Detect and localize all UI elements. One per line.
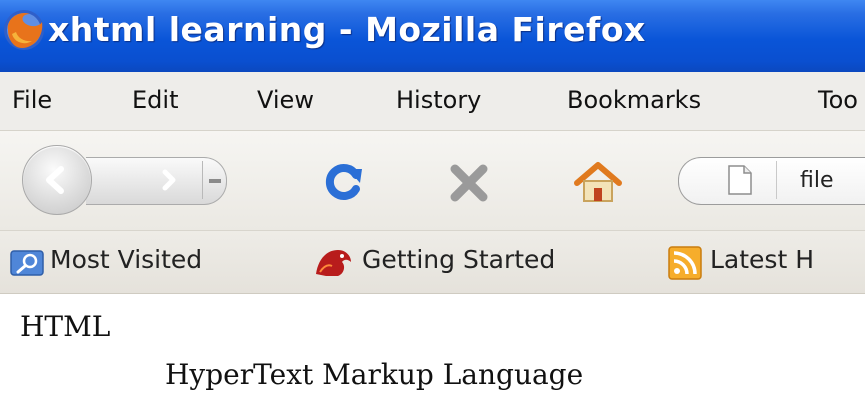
definition-term: HTML [20, 310, 111, 343]
page-icon [728, 165, 752, 195]
title-bar: xhtml learning - Mozilla Firefox [0, 0, 865, 72]
bookmark-getting-started[interactable]: Getting Started [362, 245, 555, 274]
stop-icon[interactable] [447, 161, 491, 205]
rss-feed-icon [668, 246, 702, 280]
url-input[interactable]: file [800, 168, 834, 193]
menu-view[interactable]: View [257, 86, 314, 114]
history-dropdown-icon[interactable] [206, 175, 224, 187]
bookmark-latest-headlines[interactable]: Latest H [710, 245, 814, 274]
window-title: xhtml learning - Mozilla Firefox [48, 10, 646, 49]
menu-history[interactable]: History [396, 86, 481, 114]
definition-description: HyperText Markup Language [165, 358, 584, 391]
menu-bar: File Edit View History Bookmarks Too [0, 72, 865, 131]
browser-window: xhtml learning - Mozilla Firefox File Ed… [0, 0, 865, 406]
site-identity-box[interactable] [702, 161, 777, 199]
menu-edit[interactable]: Edit [132, 86, 178, 114]
most-visited-icon [10, 250, 44, 276]
home-icon[interactable] [573, 161, 623, 205]
firefox-logo-icon [4, 10, 44, 50]
getting-started-icon [316, 250, 351, 276]
forward-arrow-icon [162, 169, 176, 191]
button-divider [202, 161, 203, 199]
bookmark-most-visited[interactable]: Most Visited [50, 245, 202, 274]
navigation-toolbar: file [0, 131, 865, 231]
menu-file[interactable]: File [12, 86, 52, 114]
reload-icon[interactable] [322, 159, 366, 203]
menu-bookmarks[interactable]: Bookmarks [567, 86, 701, 114]
back-arrow-icon [46, 166, 64, 194]
bookmarks-toolbar: Most Visited Getting Started Latest H [0, 231, 865, 294]
page-content: HTML HyperText Markup Language [0, 294, 865, 406]
menu-tools[interactable]: Too [818, 86, 858, 114]
